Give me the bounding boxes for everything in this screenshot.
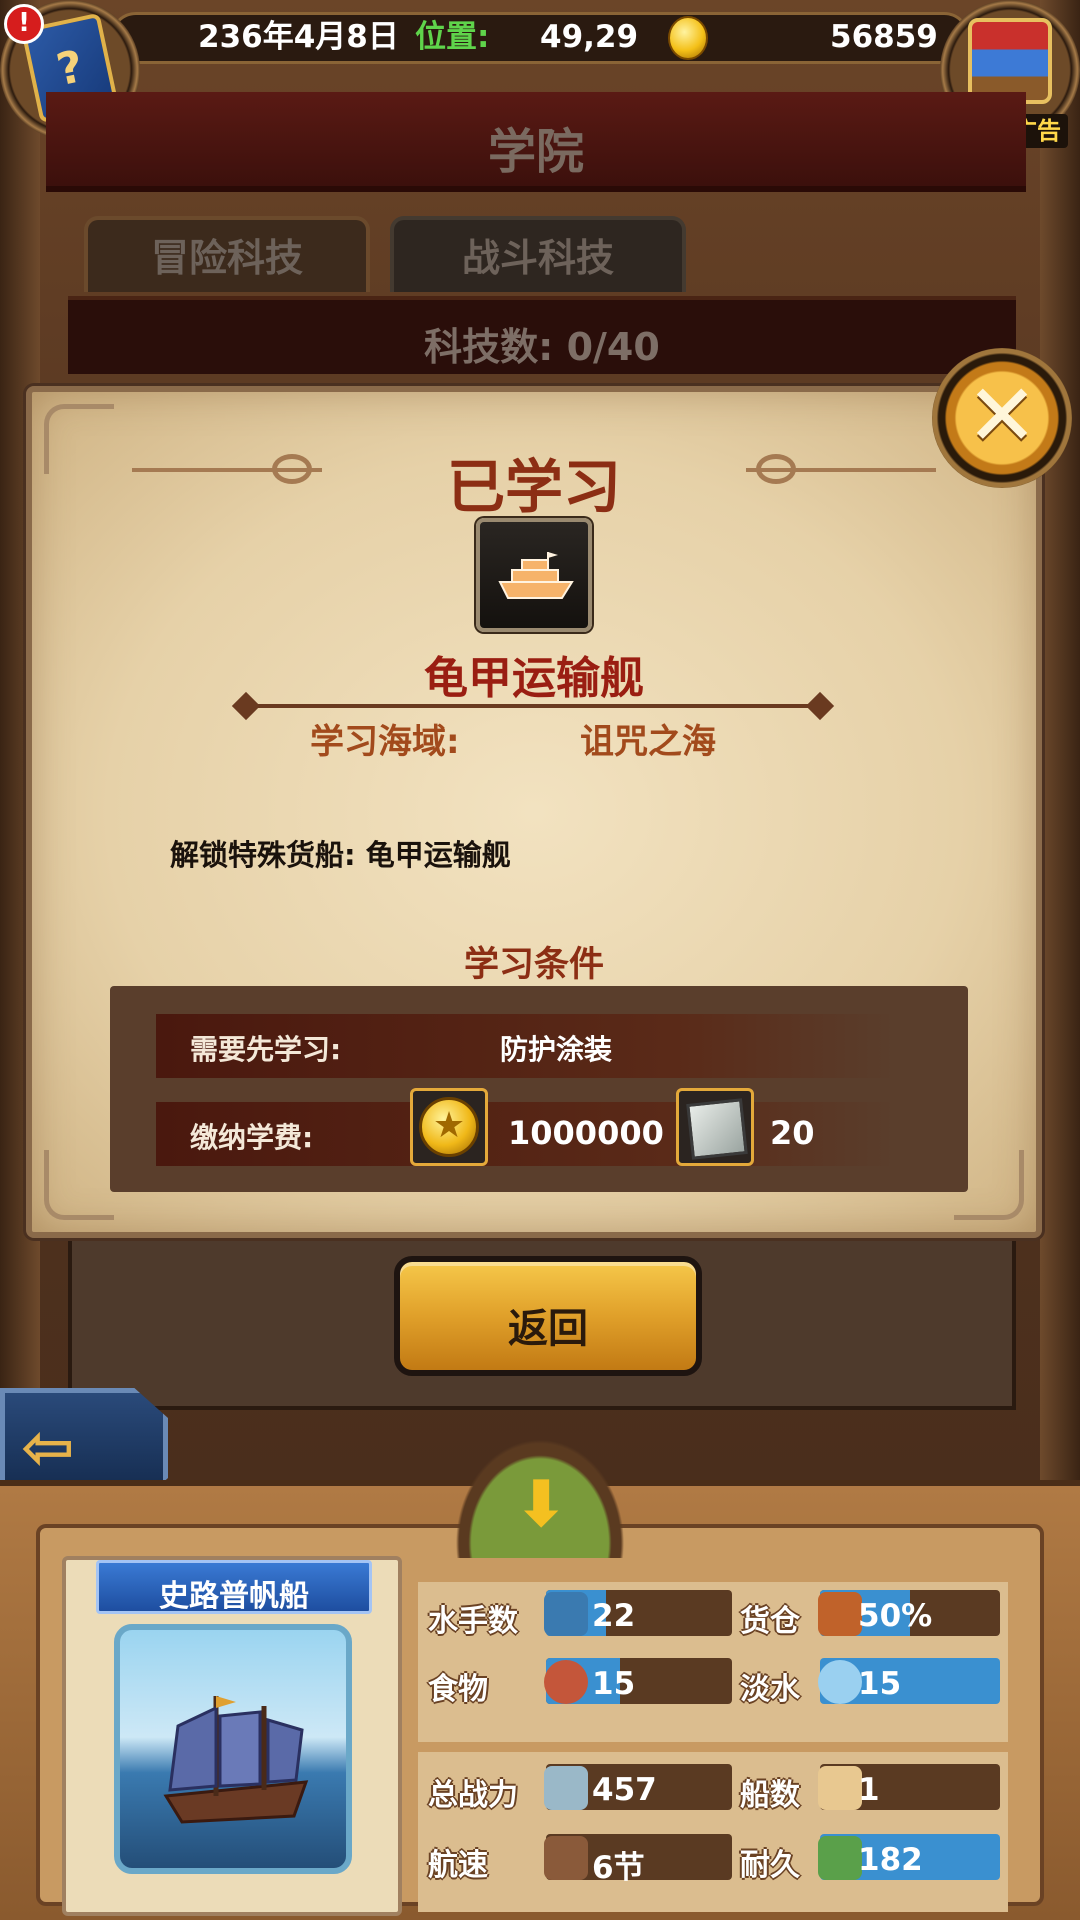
fee-gold-frame: ★ <box>410 1088 488 1166</box>
water-value: 15 <box>858 1666 902 1702</box>
academy-title-plate: 学院 <box>46 92 1026 192</box>
durability-label: 耐久 <box>740 1848 800 1883</box>
durability-value: 182 <box>858 1842 923 1878</box>
ship-name: 史路普帆船 <box>159 1579 309 1614</box>
sailors-value: 22 <box>592 1598 636 1634</box>
tech-icon-frame <box>476 518 592 632</box>
divider <box>242 704 822 708</box>
fee-row: 缴纳学费: ★ 1000000 20 <box>156 1088 896 1166</box>
power-label: 总战力 <box>428 1778 518 1813</box>
ship-icon <box>818 1766 862 1810</box>
chevron-down-icon[interactable]: ⬇ <box>506 1470 576 1540</box>
alert-badge: ! <box>4 4 44 44</box>
gold-coin-icon: ★ <box>419 1097 479 1157</box>
sail-speed-icon <box>544 1836 588 1880</box>
corner-ornament <box>44 1150 114 1220</box>
tech-name: 龟甲运输舰 <box>424 653 644 704</box>
return-label: 返回 <box>508 1306 588 1352</box>
page-title: 学院 <box>487 124 584 180</box>
frame-pillar-right <box>1040 0 1080 1500</box>
position-label: 位置: <box>415 19 490 55</box>
unlock-description: 解锁特殊货船: 龟甲运输舰 <box>170 838 511 872</box>
speed-label: 航速 <box>428 1848 488 1883</box>
sailing-ship-icon <box>163 1696 309 1824</box>
water-label: 淡水 <box>740 1672 800 1707</box>
fee-label: 缴纳学费: <box>190 1121 314 1154</box>
prereq-label: 需要先学习: <box>190 1033 342 1066</box>
prereq-row: 需要先学习: 防护涂装 <box>156 1014 896 1078</box>
close-button[interactable]: ✕ <box>932 348 1072 488</box>
position-value: 49,29 <box>540 19 639 55</box>
ship-name-ribbon: 史路普帆船 <box>96 1560 372 1614</box>
tech-count-bar: 科技数: 0/40 <box>68 296 1016 374</box>
cargo-crate-icon <box>818 1592 862 1636</box>
ship-count-label: 船数 <box>740 1778 800 1813</box>
conditions-title: 学习条件 <box>463 945 604 985</box>
fee-book-frame <box>676 1088 754 1166</box>
sailor-icon <box>544 1592 588 1636</box>
ship-count-value: 1 <box>858 1772 880 1808</box>
ship-icon <box>498 552 574 599</box>
water-jug-icon <box>818 1660 862 1704</box>
food-label: 食物 <box>428 1672 488 1707</box>
study-sea-value: 诅咒之海 <box>580 722 716 762</box>
study-sea-label: 学习海域: <box>310 722 460 762</box>
fee-book-amount: 20 <box>770 1114 815 1152</box>
return-button[interactable]: 返回 <box>394 1256 702 1376</box>
gold-amount: 56859 <box>830 19 938 55</box>
tab-combat-tech[interactable]: 战斗科技 <box>390 216 686 292</box>
food-value: 15 <box>592 1666 636 1702</box>
close-icon: ✕ <box>965 366 1039 466</box>
fee-gold-amount: 1000000 <box>508 1114 664 1152</box>
cargo-label: 货仓 <box>740 1604 800 1639</box>
prereq-value: 防护涂装 <box>500 1033 613 1066</box>
speed-value: 6节 <box>592 1850 645 1886</box>
dialog-title: 已学习 <box>446 453 621 521</box>
ship-portrait[interactable] <box>114 1624 352 1874</box>
meat-icon <box>544 1660 588 1704</box>
book-icon <box>686 1098 748 1160</box>
conditions-panel: 需要先学习: 防护涂装 缴纳学费: ★ 1000000 20 <box>110 986 968 1192</box>
cargo-value: 50% <box>858 1598 933 1634</box>
crossed-swords-icon <box>544 1766 588 1810</box>
repair-ship-icon <box>818 1836 862 1880</box>
game-date: 236年4月8日 <box>198 19 399 55</box>
tech-count: 科技数: 0/40 <box>424 325 660 369</box>
power-value: 457 <box>592 1772 657 1808</box>
tab-adventure-tech[interactable]: 冒险科技 <box>84 216 370 292</box>
tech-detail-dialog: 已学习 龟甲运输舰 学习海域: 诅咒之海 解锁特殊货船: 龟甲运输舰 学习条件 … <box>26 386 1042 1238</box>
gold-coin-icon <box>668 16 708 60</box>
arrow-left-icon: ⇦ <box>21 1411 75 1485</box>
sailors-label: 水手数 <box>428 1604 518 1639</box>
